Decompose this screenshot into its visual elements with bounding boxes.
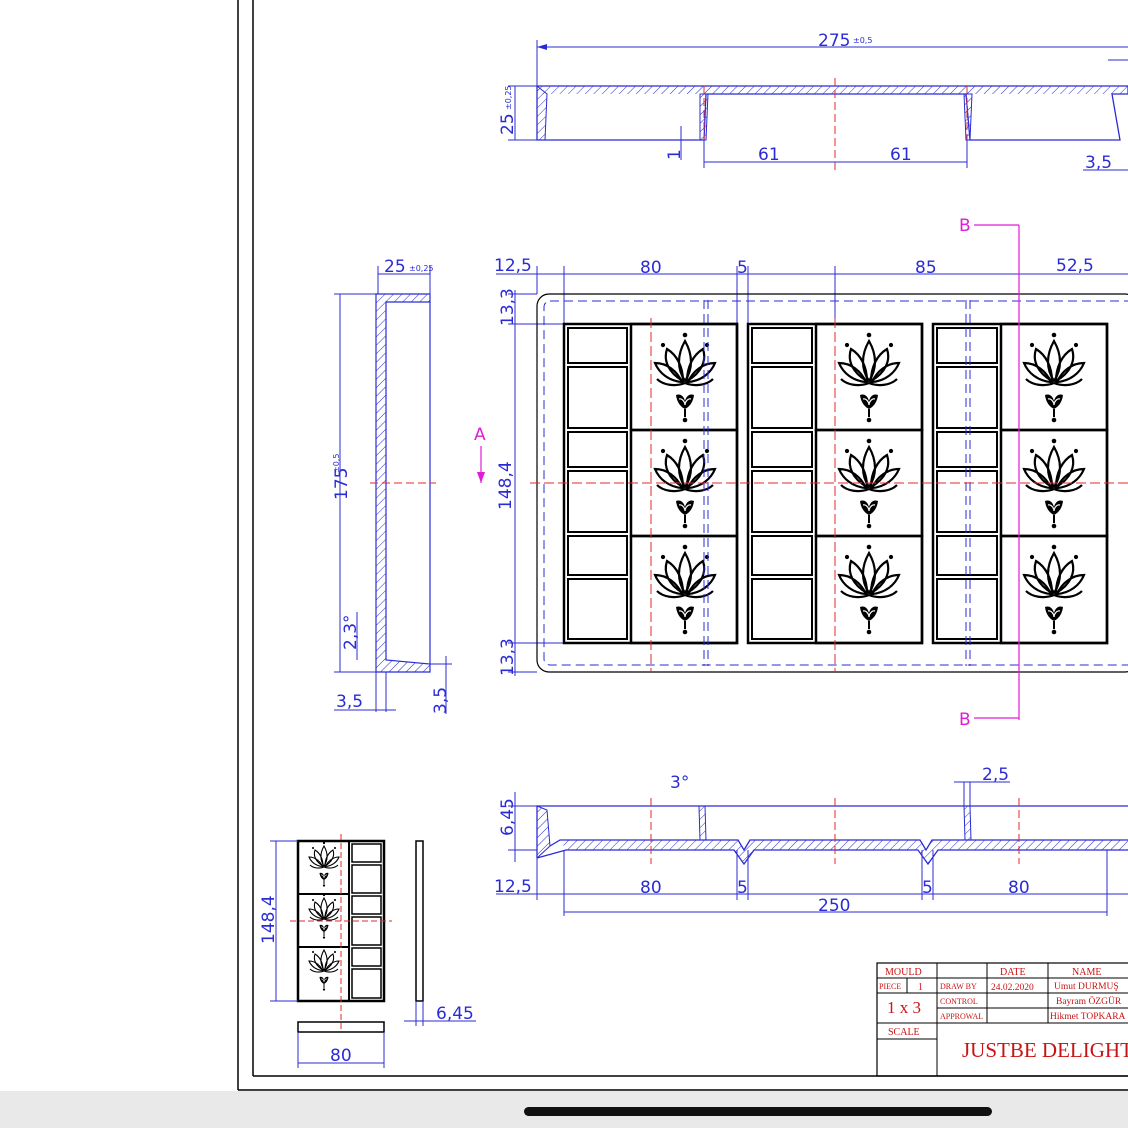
dim-plan-80: 80 xyxy=(640,258,662,278)
dim-side-length-tol: ±0,5 xyxy=(332,454,341,473)
dim-small-width: 80 xyxy=(330,1046,352,1066)
dim-top-height-tol: ±0,25 xyxy=(504,85,513,110)
tb-approval-name: Hikmet TOPKARA xyxy=(1050,1012,1126,1022)
dim-plan-85: 85 xyxy=(915,258,937,278)
dim-bottom-5-left: 5 xyxy=(737,878,748,898)
lotus-icon xyxy=(653,331,717,424)
dim-top-width-tol: ±0,5 xyxy=(853,36,872,45)
dim-bottom-draft: 3° xyxy=(670,773,689,793)
small-overview: 148,4 6,45 80 xyxy=(259,834,476,1068)
dim-top-step: 1 xyxy=(665,149,685,160)
section-mark-b-top: B xyxy=(959,216,971,236)
section-mark-b-bottom: B xyxy=(959,710,971,730)
tb-draw-date: 24.02.2020 xyxy=(991,983,1034,993)
lotus-icon xyxy=(1022,331,1086,424)
lotus-icon xyxy=(308,841,340,888)
dim-plan-margin: 12,5 xyxy=(494,256,532,276)
dim-side-depth: 25 xyxy=(384,257,406,277)
tb-date-header: DATE xyxy=(1000,967,1026,978)
title-block: MOULD DATE NAME PIECE 1 DRAW BY 24.02.20… xyxy=(876,962,1128,1077)
tb-piece: PIECE xyxy=(879,982,901,991)
lotus-icon xyxy=(653,543,717,636)
dim-bottom-5-right: 5 xyxy=(922,878,933,898)
tb-control: CONTROL xyxy=(940,997,978,1006)
home-indicator[interactable] xyxy=(524,1107,992,1116)
dim-top-wall: 3,5 xyxy=(1085,153,1112,173)
tb-approval: APPROWAL xyxy=(940,1012,983,1021)
tb-mould: MOULD xyxy=(885,967,922,978)
tb-scale: SCALE xyxy=(888,1027,920,1038)
dim-plan-13-bottom: 13,3 xyxy=(498,638,518,676)
lotus-icon xyxy=(308,945,340,992)
dim-bottom-depth: 6,45 xyxy=(498,798,518,836)
dim-side-wall-right: 3,5 xyxy=(431,687,451,714)
section-mark-a: A xyxy=(474,425,486,445)
lotus-icon xyxy=(837,543,901,636)
dim-bottom-250: 250 xyxy=(818,896,850,916)
lotus-icon xyxy=(837,331,901,424)
dim-plan-height: 148,4 xyxy=(496,461,516,510)
dim-top-61-left: 61 xyxy=(758,145,780,165)
dim-plan-52: 52,5 xyxy=(1056,256,1094,276)
dim-top-height: 25 xyxy=(498,113,518,135)
tb-draw-name: Umut DURMUŞ xyxy=(1054,982,1119,992)
dim-small-thick: 6,45 xyxy=(436,1004,474,1024)
lotus-icon xyxy=(1022,543,1086,636)
plan-view: 12,5 80 5 85 52,5 13,3 148,4 13,3 B B A xyxy=(474,216,1128,730)
dim-plan-gap: 5 xyxy=(737,258,748,278)
side-section-view: 25 ±0,25 175 ±0,5 2,3° 3,5 3,5 xyxy=(332,257,452,714)
dim-plan-13-top: 13,3 xyxy=(498,288,518,326)
tb-draw-by: DRAW BY xyxy=(940,982,977,991)
dim-bottom-80-right: 80 xyxy=(1008,878,1030,898)
dim-side-wall-bottom: 3,5 xyxy=(336,692,363,712)
tb-control-name: Bayram ÖZGÜR xyxy=(1056,995,1122,1007)
dim-side-depth-tol: ±0,25 xyxy=(409,264,434,273)
dim-bottom-2-5: 2,5 xyxy=(982,765,1009,785)
dim-top-width: 275 xyxy=(818,31,850,51)
technical-drawing-sheet: 275 ±0,5 25 ±0,25 1 61 61 3,5 25 ±0,25 1… xyxy=(237,0,1128,1091)
bottom-section-view: 3° 2,5 6,45 12,5 80 5 5 80 250 xyxy=(494,765,1128,916)
tb-name-header: NAME xyxy=(1072,967,1101,978)
dim-small-height: 148,4 xyxy=(259,895,279,944)
dim-top-61-right: 61 xyxy=(890,145,912,165)
dim-side-draft: 2,3° xyxy=(341,614,361,650)
top-section-view: 275 ±0,5 25 ±0,25 1 61 61 3,5 xyxy=(498,31,1128,173)
tb-company: JUSTBE DELIGHT xyxy=(962,1038,1128,1062)
dim-bottom-80-left: 80 xyxy=(640,878,662,898)
lotus-icon xyxy=(308,893,340,940)
dim-bottom-12-5: 12,5 xyxy=(494,877,532,897)
tb-piece-value: 1 xyxy=(918,982,923,993)
tb-layout: 1 x 3 xyxy=(887,998,921,1017)
